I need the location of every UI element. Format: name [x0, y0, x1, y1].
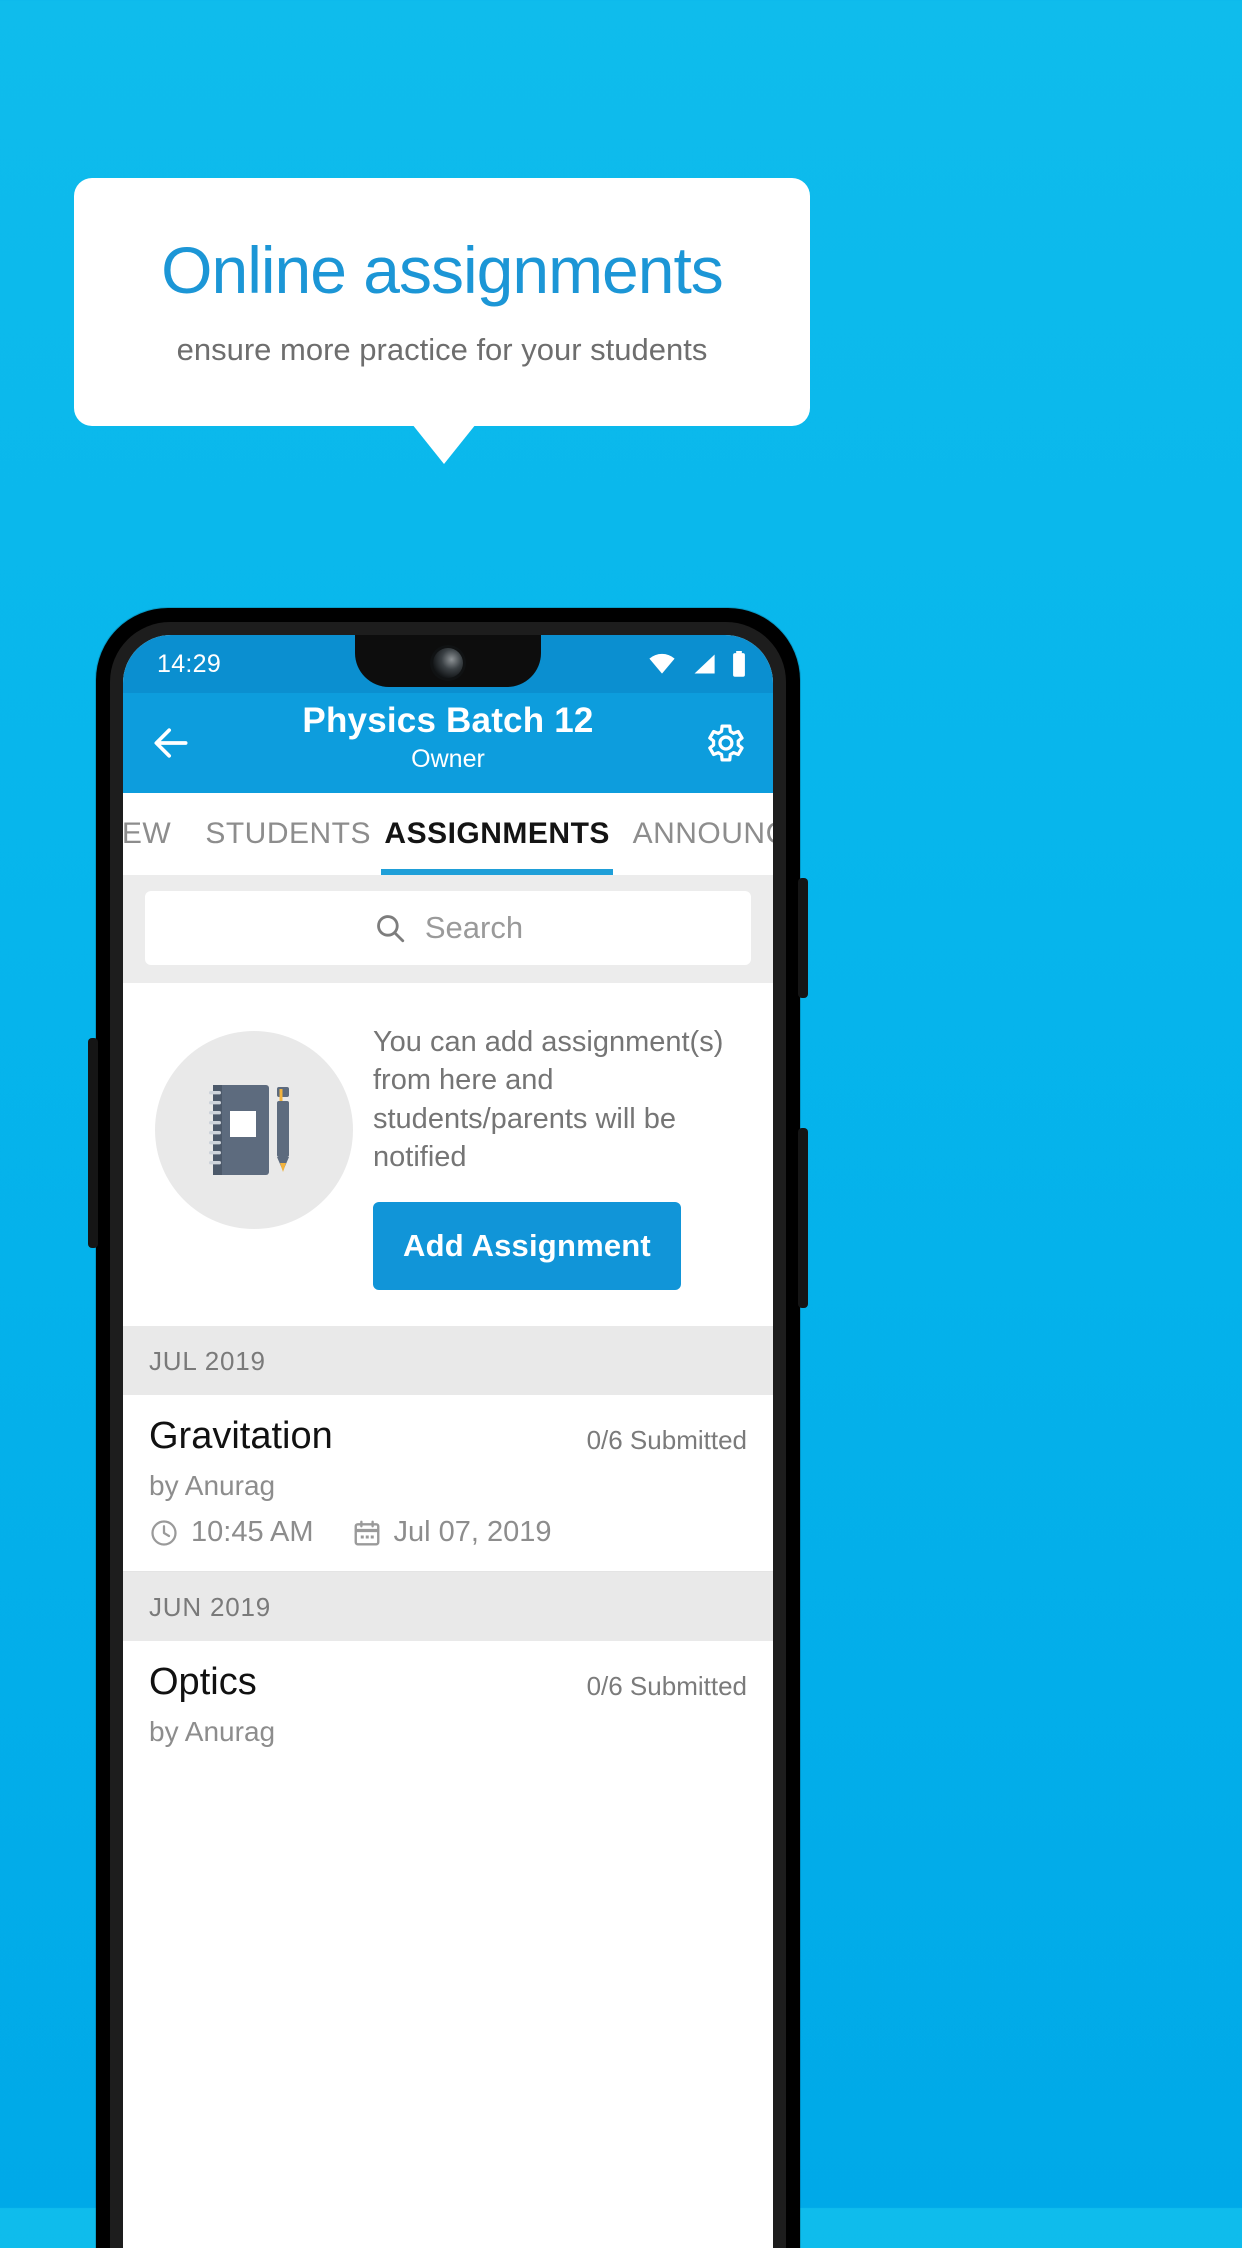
- status-time: 14:29: [157, 649, 222, 678]
- calendar-icon: [354, 1520, 379, 1545]
- empty-state-content: You can add assignment(s) from here and …: [373, 1017, 749, 1291]
- add-assignment-button[interactable]: Add Assignment: [373, 1202, 681, 1291]
- empty-state-message: You can add assignment(s) from here and …: [373, 1026, 724, 1173]
- phone-mockup: 14:29 Physics Batch 12 Owner EW STUDENTS…: [88, 608, 808, 2248]
- assignment-author: by Anurag: [149, 1470, 276, 1502]
- section-header-jul: JUL 2019: [123, 1326, 773, 1396]
- wifi-icon: [649, 653, 675, 674]
- clock-icon: [151, 1519, 177, 1546]
- phone-volume-button[interactable]: [798, 1128, 808, 1308]
- gear-icon[interactable]: [701, 720, 747, 766]
- assignment-submitted-count: 0/6 Submitted: [586, 1671, 747, 1702]
- assignment-author: by Anurag: [149, 1716, 276, 1748]
- tab-bar: IEW STUDENTS ASSIGNMENTS ANNOUNCEM: [123, 793, 773, 875]
- notebook-and-pen-icon: [155, 1031, 353, 1229]
- signal-icon: [694, 654, 715, 674]
- callout-title: Online assignments: [161, 233, 724, 308]
- assignment-row-top: Optics 0/6 Submitted: [149, 1661, 747, 1704]
- tab-assignments[interactable]: ASSIGNMENTS: [381, 793, 614, 875]
- assignment-submitted-count: 0/6 Submitted: [586, 1425, 747, 1456]
- section-header-jun: JUN 2019: [123, 1572, 773, 1642]
- tab-students[interactable]: STUDENTS: [195, 793, 381, 875]
- callout-subtitle: ensure more practice for your students: [176, 331, 708, 367]
- phone-bezel: 14:29 Physics Batch 12 Owner EW STUDENTS…: [110, 622, 786, 2248]
- search-input[interactable]: Search: [145, 891, 751, 965]
- front-camera-icon: [433, 648, 463, 678]
- assignment-title: Optics: [149, 1661, 257, 1704]
- search-bar-container: Search: [123, 875, 773, 983]
- assignment-row[interactable]: Gravitation 0/6 Submitted by Anurag 10:4…: [123, 1395, 773, 1572]
- assignment-row[interactable]: Optics 0/6 Submitted by Anurag: [123, 1641, 773, 1771]
- assignment-time: 10:45 AM: [191, 1516, 314, 1549]
- back-arrow-icon[interactable]: [149, 721, 193, 765]
- callout-tail: [412, 424, 476, 464]
- callout-card: Online assignments ensure more practice …: [74, 178, 810, 426]
- status-bar: 14:29: [123, 635, 773, 693]
- battery-icon: [733, 651, 745, 677]
- phone-assistant-button[interactable]: [88, 1038, 98, 1248]
- assignment-date: Jul 07, 2019: [393, 1516, 552, 1549]
- app-bar: Physics Batch 12 Owner: [123, 693, 773, 793]
- empty-state-card: You can add assignment(s) from here and …: [123, 983, 773, 1327]
- assignment-meta: 10:45 AM Jul 07, 2019: [149, 1516, 747, 1549]
- tab-announcements[interactable]: ANNOUNCEM: [613, 793, 773, 875]
- status-icons: [647, 651, 747, 677]
- page-title: Physics Batch 12: [302, 701, 594, 740]
- app-bar-titles: Physics Batch 12 Owner: [123, 701, 773, 774]
- phone-screen: 14:29 Physics Batch 12 Owner EW STUDENTS…: [123, 635, 773, 2248]
- assignment-row-top: Gravitation 0/6 Submitted: [149, 1415, 747, 1458]
- search-icon: [376, 915, 405, 943]
- phone-notch: [355, 635, 541, 687]
- page-subtitle: Owner: [411, 745, 485, 773]
- search-placeholder: Search: [424, 910, 524, 945]
- phone-power-button[interactable]: [798, 878, 808, 998]
- tab-overview[interactable]: IEW: [123, 793, 195, 875]
- assignment-title: Gravitation: [149, 1415, 333, 1458]
